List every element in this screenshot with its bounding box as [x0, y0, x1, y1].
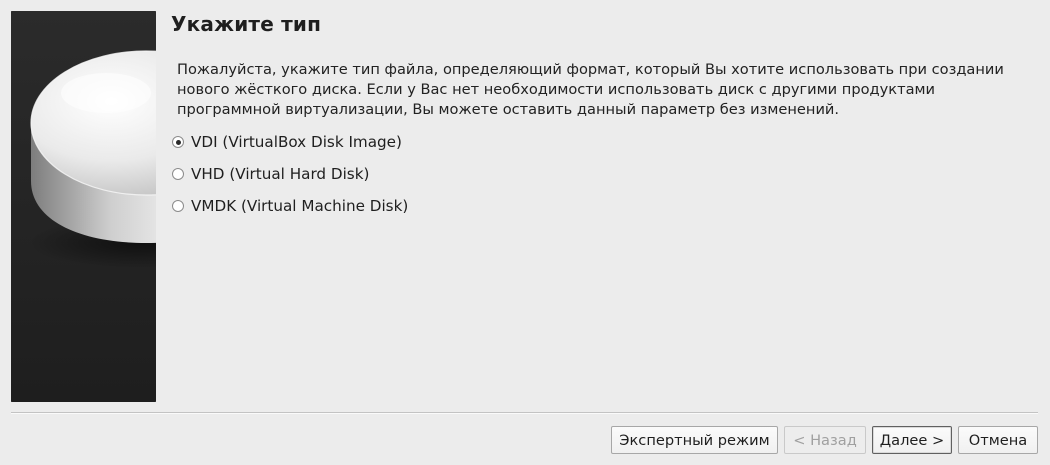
radio-button[interactable]	[172, 200, 184, 212]
radio-option-vmdk[interactable]: VMDK (Virtual Machine Disk)	[172, 195, 408, 217]
back-button[interactable]: < Назад	[784, 426, 866, 454]
radio-option-vdi[interactable]: VDI (VirtualBox Disk Image)	[172, 131, 408, 153]
radio-label: VDI (VirtualBox Disk Image)	[191, 133, 402, 151]
radio-option-vhd[interactable]: VHD (Virtual Hard Disk)	[172, 163, 408, 185]
next-button[interactable]: Далее >	[872, 426, 952, 454]
radio-label: VMDK (Virtual Machine Disk)	[191, 197, 409, 215]
radio-button-checked[interactable]	[172, 136, 184, 148]
page-title: Укажите тип	[171, 12, 322, 36]
description-text: Пожалуйста, укажите тип файла, определяю…	[177, 61, 1004, 118]
radio-label: VHD (Virtual Hard Disk)	[191, 165, 370, 183]
button-row: Экспертный режим < Назад Далее > Отмена	[611, 426, 1038, 454]
cancel-button[interactable]: Отмена	[958, 426, 1038, 454]
hard-disk-icon	[11, 11, 156, 402]
wizard-banner	[11, 11, 156, 402]
separator	[11, 412, 1038, 414]
expert-mode-button[interactable]: Экспертный режим	[611, 426, 778, 454]
radio-button[interactable]	[172, 168, 184, 180]
disk-type-radio-group: VDI (VirtualBox Disk Image) VHD (Virtual…	[172, 131, 408, 227]
